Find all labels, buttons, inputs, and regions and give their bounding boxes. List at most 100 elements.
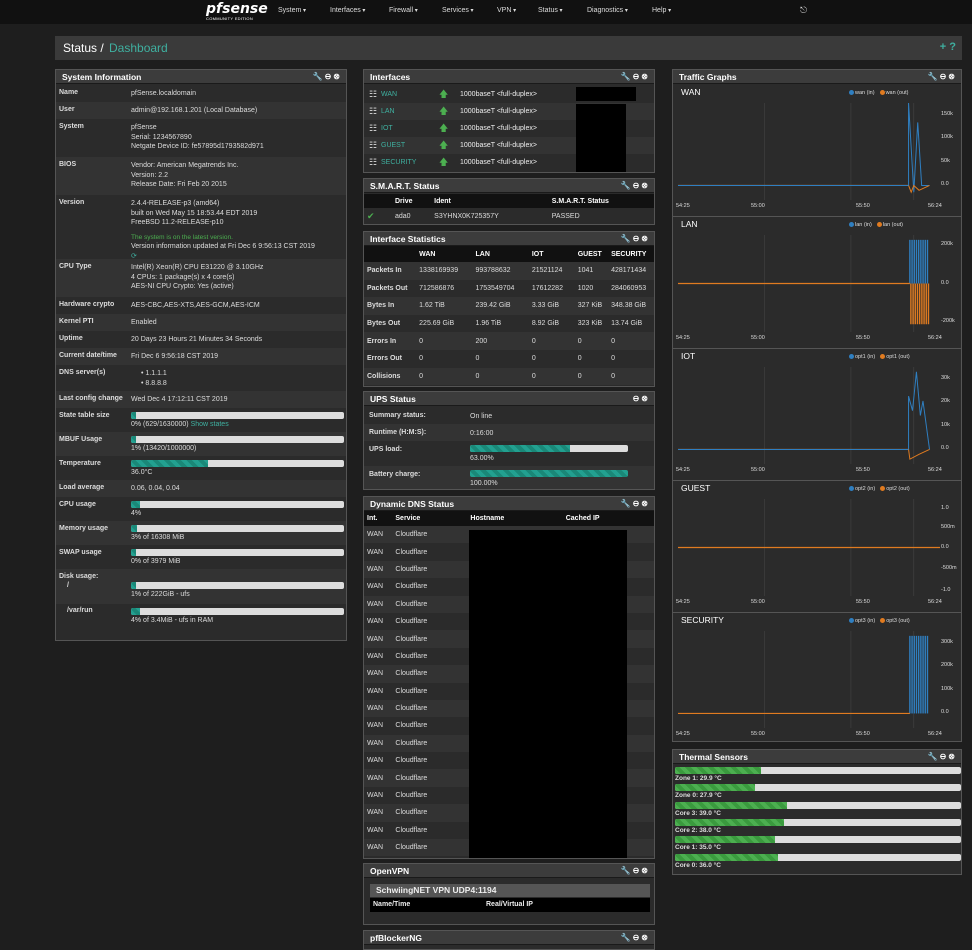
legend-out-label: lan (out) — [882, 222, 903, 228]
network-icon: ☷ — [369, 89, 378, 99]
sysinfo-label: Load average — [59, 484, 105, 491]
panel-controls-icon[interactable]: 🔧⊖⊗ — [621, 864, 650, 878]
thermal-label: Zone 0: 27.9 °C — [675, 792, 722, 800]
sysinfo-value-line: pfSense — [131, 124, 157, 131]
y-tick-label: 0.0 — [941, 709, 949, 716]
stat-cell: 21521124 — [531, 267, 563, 275]
menu-diagnostics[interactable]: Diagnostics — [587, 7, 628, 14]
sysinfo-row: CPU usage 4% — [56, 497, 346, 521]
graph-legend[interactable]: opt3 (in) opt3 (out) — [849, 618, 910, 624]
sysinfo-label: Memory usage — [59, 525, 109, 532]
menu-interfaces[interactable]: Interfaces — [330, 7, 365, 14]
interface-statistics-panel: Interface Statistics 🔧⊖⊗ WAN LAN IOT GUEST SE… — [363, 231, 655, 387]
legend-in-dot — [849, 354, 854, 360]
graph-legend[interactable]: lan (in) lan (out) — [849, 222, 903, 228]
thermal-bar — [675, 836, 961, 844]
logout-icon[interactable]: ⎋ — [800, 5, 807, 16]
sysinfo-value-line: AES-NI CPU Crypto: Yes (active) — [131, 283, 234, 290]
graph-plot — [678, 103, 930, 200]
panel-controls-icon[interactable]: 🔧⊖⊗ — [621, 232, 650, 246]
menu-services[interactable]: Services — [442, 7, 474, 14]
openvpn-server-title: SchwiingNET VPN UDP4:1194 — [370, 884, 650, 897]
ddns-service: Cloudflare — [395, 565, 428, 573]
stat-cell: 1338169939 — [419, 267, 459, 275]
ddns-service: Cloudflare — [395, 774, 428, 782]
panel-controls-icon[interactable]: 🔧⊖⊗ — [313, 70, 342, 84]
ddns-service: Cloudflare — [395, 583, 428, 591]
panel-controls-icon[interactable]: 🔧⊖⊗ — [928, 750, 957, 764]
interface-link[interactable]: LAN — [381, 103, 395, 120]
interface-link[interactable]: GUEST — [381, 137, 405, 154]
thermal-label: Core 0: 36.0 °C — [675, 861, 721, 869]
usage-value: 0% (629/1630000) — [131, 421, 189, 428]
interface-media: 1000baseT <full-duplex> — [460, 159, 537, 166]
panel-controls-icon[interactable]: 🔧⊖⊗ — [928, 70, 957, 84]
stat-cell: 0 — [531, 355, 536, 363]
menu-system[interactable]: System — [278, 7, 306, 14]
graph-legend[interactable]: opt1 (in) opt1 (out) — [849, 354, 910, 360]
breadcrumb-status[interactable]: Status / — [63, 41, 104, 55]
graph-title: SECURITY — [681, 615, 724, 625]
sysinfo-value-line: The system is on the latest version. — [131, 233, 233, 241]
show-states-link[interactable]: Show states — [191, 421, 229, 428]
menu-vpn[interactable]: VPN — [497, 7, 516, 14]
legend-in-label: opt3 (in) — [855, 618, 876, 624]
ups-label: Battery charge: — [369, 471, 421, 478]
legend-out-dot — [880, 354, 886, 360]
sysinfo-value-line: Fri Dec 6 9:56:18 CST 2019 — [131, 353, 219, 360]
sysinfo-value-line: pfSense.localdomain — [131, 90, 196, 97]
interface-link[interactable]: WAN — [381, 86, 397, 103]
interface-link[interactable]: SECURITY — [381, 154, 416, 171]
menu-status[interactable]: Status — [538, 7, 563, 14]
panel-title: Interface Statistics — [370, 234, 446, 244]
menu-firewall[interactable]: Firewall — [389, 7, 418, 14]
sysinfo-value-line: • 8.8.8.8 — [141, 379, 167, 387]
panel-controls-icon[interactable]: 🔧⊖⊗ — [621, 70, 650, 84]
usage-bar — [131, 460, 344, 467]
pfsense-logo[interactable]: pfsense COMMUNITY EDITION — [206, 1, 268, 21]
drive-status: PASSED — [551, 212, 580, 220]
panel-controls-icon[interactable]: ⊖⊗ — [633, 392, 650, 406]
ups-row: Battery charge: 100.00% — [364, 466, 654, 489]
graph-legend[interactable]: opt2 (in) opt2 (out) — [849, 486, 910, 492]
thermal-bar-fill — [675, 853, 778, 861]
thermal-bar — [675, 818, 961, 826]
ddns-service: Cloudflare — [395, 757, 428, 765]
stat-cell: 428171434 — [611, 267, 647, 275]
sysinfo-value-line: 4 CPUs: 1 package(s) x 4 core(s) — [131, 273, 235, 281]
panel-controls-icon[interactable]: 🔧⊖⊗ — [621, 179, 650, 193]
menu-help[interactable]: Help — [652, 7, 671, 14]
add-widget-help-icons[interactable]: + ? — [940, 41, 956, 53]
sysinfo-value-line: Enabled — [131, 319, 157, 326]
ups-status-panel: UPS Status ⊖⊗ Summary status: On line Runti… — [363, 391, 655, 490]
usage-bar — [131, 582, 344, 589]
stat-cell: 0 — [475, 372, 480, 380]
panel-title: pfBlockerNG — [370, 933, 422, 943]
panel-header: Dynamic DNS Status 🔧⊖⊗ — [364, 497, 654, 511]
y-tick-label: 0.0 — [941, 279, 949, 286]
sysinfo-value-line: 20 Days 23 Hours 21 Minutes 34 Seconds — [131, 336, 263, 343]
legend-out-label: opt2 (out) — [886, 486, 910, 492]
thermal-bar — [675, 767, 961, 774]
row-label: Packets In — [367, 267, 402, 275]
sysinfo-row: DNS server(s) • 1.1.1.1 • 8.8.8.8 — [56, 365, 346, 391]
ddns-service: Cloudflare — [395, 652, 428, 660]
interface-link[interactable]: IOT — [381, 120, 393, 137]
thermal-label: Core 2: 38.0 °C — [675, 826, 721, 834]
panel-controls-icon[interactable]: 🔧⊖⊗ — [621, 931, 650, 945]
legend-out-label: opt3 (out) — [886, 618, 910, 624]
graph-legend[interactable]: wan (in) wan (out) — [849, 90, 909, 96]
usage-value: 1% of 222GiB - ufs — [131, 591, 190, 598]
stat-cell: 0 — [419, 372, 424, 380]
load-average-value: 0.06, 0.04, 0.04 — [131, 485, 180, 492]
y-tick-label: -1.0 — [941, 587, 951, 594]
ddns-interface: WAN — [367, 687, 384, 695]
usage-bar — [131, 436, 344, 443]
legend-in-dot — [849, 486, 854, 492]
panel-controls-icon[interactable]: 🔧⊖⊗ — [621, 497, 650, 511]
column-header: SECURITY — [608, 246, 654, 262]
y-tick-label: 20k — [941, 398, 950, 405]
panel-header: System Information 🔧⊖⊗ — [56, 70, 346, 84]
y-tick-label: 150k — [941, 110, 953, 117]
ddns-service: Cloudflare — [395, 687, 428, 695]
